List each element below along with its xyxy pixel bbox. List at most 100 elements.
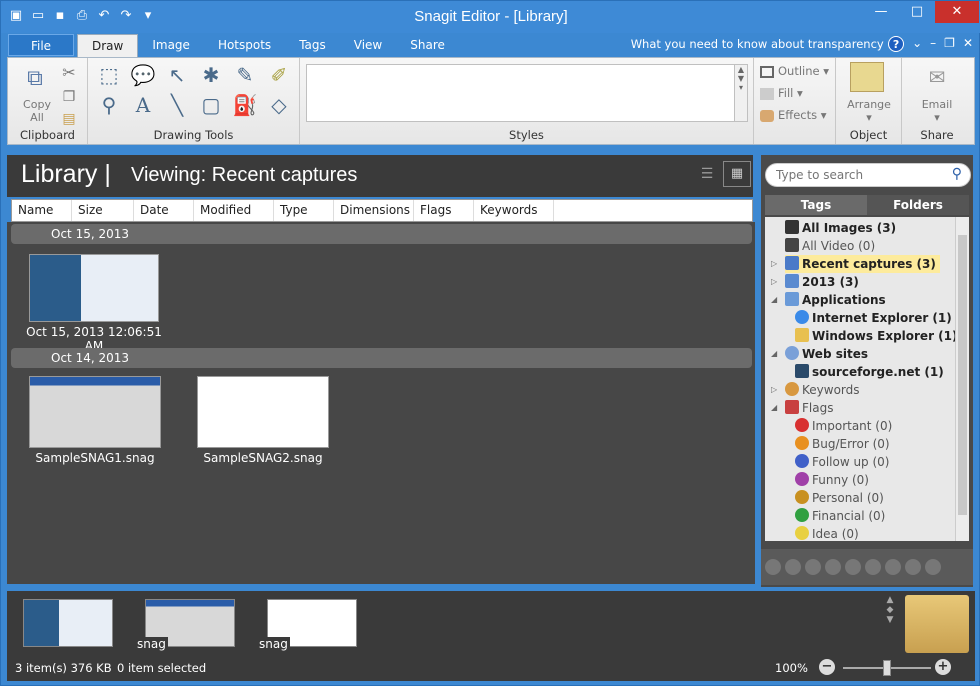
tree-item-recent-captures[interactable]: Recent captures (3) xyxy=(785,255,940,273)
fill-tool-icon[interactable]: ⛽ xyxy=(232,92,258,118)
tree-item-flags[interactable]: Flags xyxy=(785,399,833,417)
column-type[interactable]: Type xyxy=(274,200,334,221)
tray-thumbnail[interactable] xyxy=(23,599,113,647)
magnifier-tool-icon[interactable]: ⚲ xyxy=(96,92,122,118)
scrollbar-thumb[interactable] xyxy=(958,235,967,515)
star-flag-icon[interactable] xyxy=(925,559,941,575)
help-icon[interactable]: ? xyxy=(888,36,905,52)
file-tab[interactable]: File xyxy=(8,34,74,56)
financial-flag-icon[interactable] xyxy=(865,559,881,575)
transparency-help-link[interactable]: What you need to know about transparency… xyxy=(631,37,897,51)
tag-tree-scrollbar[interactable] xyxy=(955,217,969,541)
pen-tool-icon[interactable]: ✎ xyxy=(232,62,258,88)
copy-all-icon[interactable]: ⧉ xyxy=(22,66,48,92)
expand-arrow-icon[interactable]: ▷ xyxy=(771,277,777,286)
copy-all-label[interactable]: Copy All xyxy=(16,98,58,124)
text-tool-icon[interactable]: A xyxy=(130,92,156,118)
tree-item-internet-explorer[interactable]: Internet Explorer (1) xyxy=(795,309,952,327)
capture-thumbnail[interactable] xyxy=(29,254,159,322)
arrow-tool-icon[interactable]: ↖ xyxy=(164,62,190,88)
tray-scrollbar[interactable]: ▲ ◆ ▼ xyxy=(883,595,897,653)
list-view-icon[interactable]: ☰ xyxy=(697,165,717,183)
eraser-tool-icon[interactable]: ◇ xyxy=(266,92,292,118)
check-flag-icon[interactable] xyxy=(905,559,921,575)
cut-icon[interactable]: ✂ xyxy=(56,60,82,86)
doc-minimize-button[interactable]: – xyxy=(930,36,936,52)
outline-button[interactable]: Outline ▾ xyxy=(760,64,829,78)
follow-up-flag-icon[interactable] xyxy=(805,559,821,575)
idea-flag-icon[interactable] xyxy=(885,559,901,575)
tree-item-bug-error[interactable]: Bug/Error (0) xyxy=(795,435,890,453)
fill-button[interactable]: Fill ▾ xyxy=(760,86,803,100)
doc-restore-button[interactable]: ❐ xyxy=(944,36,955,52)
minimize-button[interactable]: — xyxy=(863,1,899,23)
search-input[interactable] xyxy=(776,167,946,183)
tree-item-sourceforge[interactable]: sourceforge.net (1) xyxy=(795,363,944,381)
column-size[interactable]: Size xyxy=(72,200,134,221)
tab-draw[interactable]: Draw xyxy=(77,34,139,57)
tree-item-funny[interactable]: Funny (0) xyxy=(795,471,869,489)
tab-image[interactable]: Image xyxy=(138,34,204,57)
column-date[interactable]: Date xyxy=(134,200,194,221)
capture-thumbnail[interactable] xyxy=(197,376,329,448)
tree-item-idea[interactable]: Idea (0) xyxy=(795,525,859,541)
collapse-arrow-icon[interactable]: ◢ xyxy=(771,349,777,358)
tree-item-2013[interactable]: 2013 (3) xyxy=(785,273,859,291)
expand-arrow-icon[interactable]: ▷ xyxy=(771,259,777,268)
important-flag-icon[interactable] xyxy=(765,559,781,575)
tree-item-financial[interactable]: Financial (0) xyxy=(795,507,885,525)
maximize-button[interactable]: □ xyxy=(899,1,935,23)
column-name[interactable]: Name xyxy=(12,200,72,221)
callout-tool-icon[interactable]: 💬 xyxy=(130,62,156,88)
tree-item-keywords[interactable]: Keywords xyxy=(785,381,860,399)
tab-hotspots[interactable]: Hotspots xyxy=(204,34,285,57)
zoom-in-button[interactable]: + xyxy=(935,659,951,675)
styles-gallery-scroll[interactable]: ▲ ▼ ▾ xyxy=(734,64,748,122)
funny-flag-icon[interactable] xyxy=(825,559,841,575)
tab-tags-panel[interactable]: Tags xyxy=(765,195,867,215)
email-icon[interactable]: ✉ xyxy=(922,64,952,89)
personal-flag-icon[interactable] xyxy=(845,559,861,575)
styles-gallery[interactable] xyxy=(306,64,746,122)
line-tool-icon[interactable]: ╲ xyxy=(164,92,190,118)
close-button[interactable]: ✕ xyxy=(935,1,979,23)
effects-button[interactable]: Effects ▾ xyxy=(760,108,827,122)
arrange-button[interactable]: Arrange ▾ xyxy=(836,98,902,124)
collapse-arrow-icon[interactable]: ◢ xyxy=(771,403,777,412)
search-icon[interactable]: ⚲ xyxy=(952,166,962,182)
doc-close-button[interactable]: ✕ xyxy=(963,36,973,52)
date-group-header[interactable]: Oct 14, 2013 xyxy=(11,348,752,368)
tree-item-all-images[interactable]: All Images (3) xyxy=(785,219,896,237)
expand-arrow-icon[interactable]: ▷ xyxy=(771,385,777,394)
bug-flag-icon[interactable] xyxy=(785,559,801,575)
highlighter-tool-icon[interactable]: ✐ xyxy=(266,62,292,88)
tree-item-follow-up[interactable]: Follow up (0) xyxy=(795,453,890,471)
tab-tags[interactable]: Tags xyxy=(285,34,340,57)
tab-view[interactable]: View xyxy=(340,34,396,57)
stamp-tool-icon[interactable]: ✱ xyxy=(198,62,224,88)
column-modified[interactable]: Modified xyxy=(194,200,274,221)
column-flags[interactable]: Flags xyxy=(414,200,474,221)
tab-share[interactable]: Share xyxy=(396,34,459,57)
column-dimensions[interactable]: Dimensions xyxy=(334,200,414,221)
arrange-icon[interactable] xyxy=(850,62,884,92)
capture-thumbnail[interactable] xyxy=(29,376,161,448)
tree-item-all-video[interactable]: All Video (0) xyxy=(785,237,875,255)
tree-item-personal[interactable]: Personal (0) xyxy=(795,489,884,507)
ribbon-collapse-icon[interactable]: ⌄ xyxy=(912,36,922,52)
tab-folders[interactable]: Folders xyxy=(867,195,969,215)
selection-tool-icon[interactable]: ⬚ xyxy=(96,62,122,88)
collapse-arrow-icon[interactable]: ◢ xyxy=(771,295,777,304)
zoom-out-button[interactable]: − xyxy=(819,659,835,675)
column-keywords[interactable]: Keywords xyxy=(474,200,554,221)
library-folder-icon[interactable] xyxy=(905,595,969,653)
email-button[interactable]: Email ▾ xyxy=(902,98,972,124)
tree-item-applications[interactable]: Applications xyxy=(785,291,886,309)
shape-tool-icon[interactable]: ▢ xyxy=(198,92,224,118)
tree-item-important[interactable]: Important (0) xyxy=(795,417,892,435)
zoom-slider-handle[interactable] xyxy=(883,660,891,676)
date-group-header[interactable]: Oct 15, 2013 xyxy=(11,224,752,244)
tree-item-web-sites[interactable]: Web sites xyxy=(785,345,868,363)
grid-view-icon[interactable]: ▦ xyxy=(723,161,751,187)
tree-item-windows-explorer[interactable]: Windows Explorer (1) xyxy=(795,327,955,345)
